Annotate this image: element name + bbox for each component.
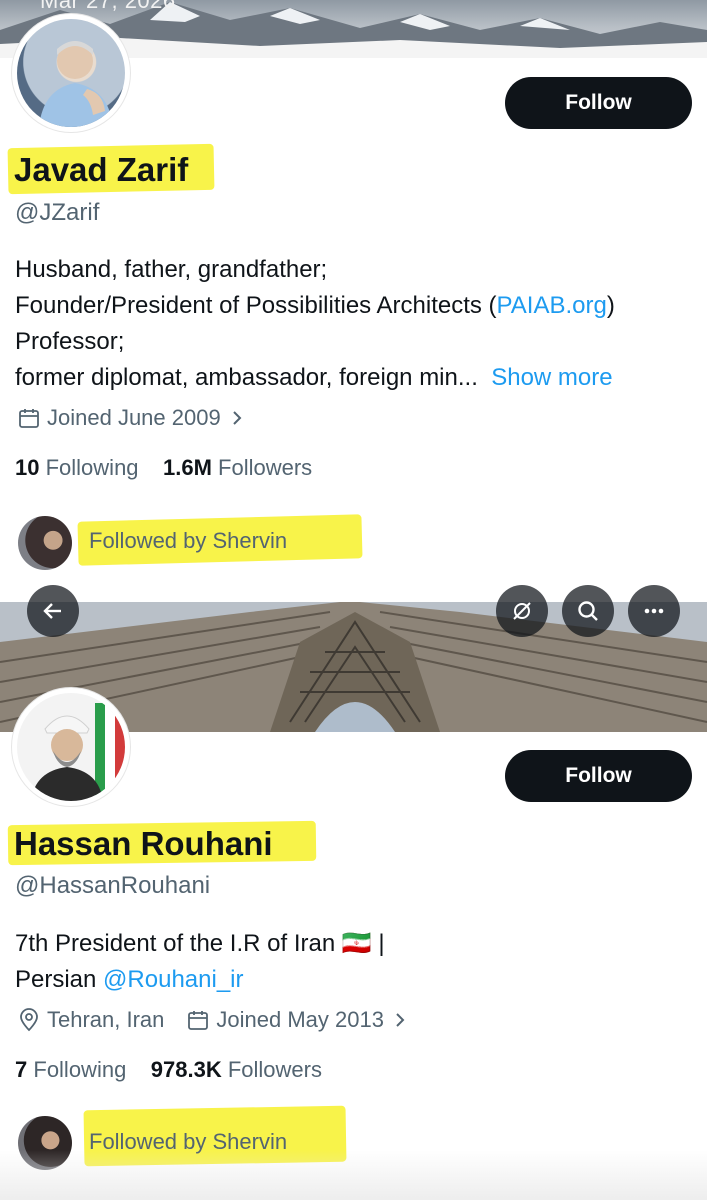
profile2-follow-button[interactable]: Follow xyxy=(505,750,692,802)
chevron-right-icon xyxy=(396,1013,405,1027)
following-count: 10 xyxy=(15,455,40,480)
following-stat[interactable]: 7 Following xyxy=(15,1057,126,1082)
back-arrow-icon xyxy=(43,603,61,619)
bio-website-link[interactable]: PAIAB.org xyxy=(497,292,607,319)
person-portrait-icon xyxy=(39,41,113,127)
chevron-right-icon xyxy=(232,411,242,425)
search-button[interactable] xyxy=(562,585,614,637)
bio-text: Persian xyxy=(15,966,104,993)
bio-line: former diplomat, ambassador, foreign min… xyxy=(15,360,705,396)
profile2-follow-counts: 7 Following 978.3K Followers xyxy=(15,1057,322,1083)
followed-by-text[interactable]: Followed by Shervin xyxy=(89,528,287,554)
more-icon xyxy=(644,608,664,614)
followed-by-text[interactable]: Followed by Shervin xyxy=(89,1129,287,1155)
followers-label: Followers xyxy=(218,455,313,480)
profile2-bio: 7th President of the I.R of Iran 🇮🇷 | Pe… xyxy=(15,926,705,998)
bio-line: Persian @Rouhani_ir xyxy=(15,962,705,998)
profile2-avatar[interactable] xyxy=(17,693,125,801)
following-label: Following xyxy=(33,1057,127,1082)
profile2-meta-row: Tehran, Iran Joined May 2013 xyxy=(17,1007,416,1033)
following-stat[interactable]: 10 Following xyxy=(15,455,139,480)
grok-button[interactable] xyxy=(496,585,548,637)
followers-label: Followers xyxy=(227,1057,322,1082)
person-portrait-icon xyxy=(31,703,125,801)
followers-stat[interactable]: 1.6M Followers xyxy=(163,455,312,480)
calendar-icon xyxy=(188,1011,209,1030)
calendar-icon xyxy=(19,409,39,428)
profile1-avatar[interactable] xyxy=(17,19,125,127)
followers-count: 978.3K xyxy=(150,1057,222,1082)
followed-by-avatar[interactable] xyxy=(18,516,72,570)
profile1-name: Javad Zarif xyxy=(14,151,189,188)
location-pin-icon xyxy=(20,1008,38,1032)
following-count: 7 xyxy=(15,1057,28,1082)
following-label: Following xyxy=(45,455,139,480)
back-button[interactable] xyxy=(27,585,79,637)
joined-text: Joined June 2009 xyxy=(47,405,221,430)
profile2-joined-date[interactable]: Joined May 2013 xyxy=(186,1007,416,1033)
profile1-handle: @JZarif xyxy=(15,199,100,226)
profile2-name: Hassan Rouhani xyxy=(14,825,273,862)
profile1-follow-counts: 10 Following 1.6M Followers xyxy=(15,455,312,481)
followed-by-avatar[interactable] xyxy=(18,1116,72,1170)
followers-count: 1.6M xyxy=(163,455,212,480)
grok-icon xyxy=(513,602,531,620)
bio-text: former diplomat, ambassador, foreign min… xyxy=(15,364,478,391)
profile1-bio: Husband, father, grandfather; Founder/Pr… xyxy=(15,252,705,396)
bio-text: Founder/President of Possibilities Archi… xyxy=(15,292,497,319)
profile1-joined-date[interactable]: Joined June 2009 xyxy=(17,405,253,431)
bio-line: Husband, father, grandfather; xyxy=(15,256,328,283)
bio-line: Founder/President of Possibilities Archi… xyxy=(15,288,705,324)
bio-line: Professor; xyxy=(15,328,125,355)
location-text: Tehran, Iran xyxy=(47,1007,165,1032)
bio-mention-link[interactable]: @Rouhani_ir xyxy=(103,966,243,993)
show-more-link[interactable]: Show more xyxy=(491,364,612,391)
banner-date: Mar 27, 2026 xyxy=(40,0,176,13)
profile2-handle: @HassanRouhani xyxy=(15,872,211,899)
followers-stat[interactable]: 978.3K Followers xyxy=(151,1057,322,1082)
search-icon xyxy=(578,601,598,621)
bio-text: ) xyxy=(606,292,615,319)
bio-line: 7th President of the I.R of Iran 🇮🇷 | xyxy=(15,930,385,957)
profile1-follow-button[interactable]: Follow xyxy=(505,77,692,129)
joined-text: Joined May 2013 xyxy=(216,1007,384,1032)
more-button[interactable] xyxy=(628,585,680,637)
